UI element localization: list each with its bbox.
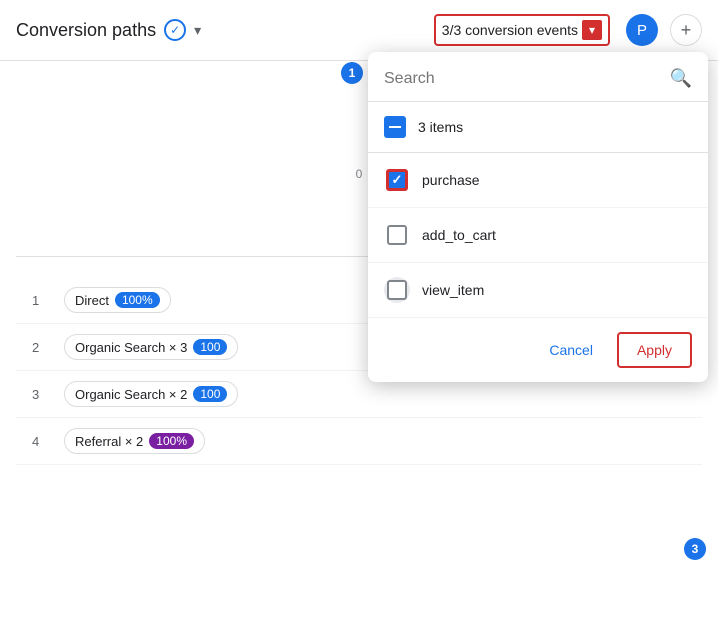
row-number: 2 — [32, 340, 52, 355]
channel-name: Referral × 2 — [75, 434, 143, 449]
conversion-events-button[interactable]: 3/3 conversion events ▾ — [434, 14, 610, 46]
channel-name: Organic Search × 3 — [75, 340, 187, 355]
channel-badge: 100 — [193, 386, 227, 402]
channel-chip: Organic Search × 2 100 — [64, 381, 238, 407]
channel-badge: 100% — [115, 292, 160, 308]
channel-chip: Referral × 2 100% — [64, 428, 205, 454]
search-bar: 🔍 — [368, 52, 708, 102]
channel-badge: 100 — [193, 339, 227, 355]
row-number: 1 — [32, 293, 52, 308]
cancel-button[interactable]: Cancel — [533, 334, 609, 366]
step-badge-1: 1 — [341, 62, 363, 84]
conversion-events-arrow: ▾ — [582, 20, 602, 40]
zero-label: 0 — [356, 167, 363, 181]
item-label-add-to-cart: add_to_cart — [422, 227, 496, 243]
check-circle-icon: ✓ — [164, 19, 186, 41]
checkbox-wrapper — [384, 222, 410, 248]
checkbox-add-to-cart — [387, 225, 407, 245]
step-badge-3: 3 — [684, 538, 706, 560]
table-row: 4 Referral × 2 100% — [16, 418, 702, 465]
dropdown-item-view-item[interactable]: view_item — [368, 263, 708, 318]
dropdown-panel: 🔍 3 items ✓ purchase add_to_cart — [368, 52, 708, 382]
channel-name: Organic Search × 2 — [75, 387, 187, 402]
title-dropdown-arrow[interactable]: ▾ — [194, 22, 201, 39]
channel-chip: Direct 100% — [64, 287, 171, 313]
apply-button[interactable]: Apply — [617, 332, 692, 368]
search-input[interactable] — [384, 70, 662, 88]
row-number: 3 — [32, 387, 52, 402]
dropdown-item-purchase[interactable]: ✓ purchase — [368, 153, 708, 208]
item-label-purchase: purchase — [422, 172, 480, 188]
page-title: Conversion paths — [16, 20, 156, 41]
check-icon: ✓ — [392, 172, 403, 188]
checkbox-view-item — [387, 280, 407, 300]
channel-badge: 100% — [149, 433, 194, 449]
checkbox-wrapper-highlighted — [384, 277, 410, 303]
items-label: 3 items — [418, 119, 463, 135]
minus-icon — [384, 116, 406, 138]
footer-actions: Cancel Apply — [368, 318, 708, 382]
dropdown-item-add-to-cart[interactable]: add_to_cart — [368, 208, 708, 263]
item-label-view-item: view_item — [422, 282, 484, 298]
search-icon: 🔍 — [670, 68, 692, 89]
row-number: 4 — [32, 434, 52, 449]
conversion-events-label: 3/3 conversion events — [442, 22, 578, 38]
channel-chip: Organic Search × 3 100 — [64, 334, 238, 360]
avatar: P — [626, 14, 658, 46]
channel-name: Direct — [75, 293, 109, 308]
add-button[interactable]: + — [670, 14, 702, 46]
items-row: 3 items — [368, 102, 708, 153]
